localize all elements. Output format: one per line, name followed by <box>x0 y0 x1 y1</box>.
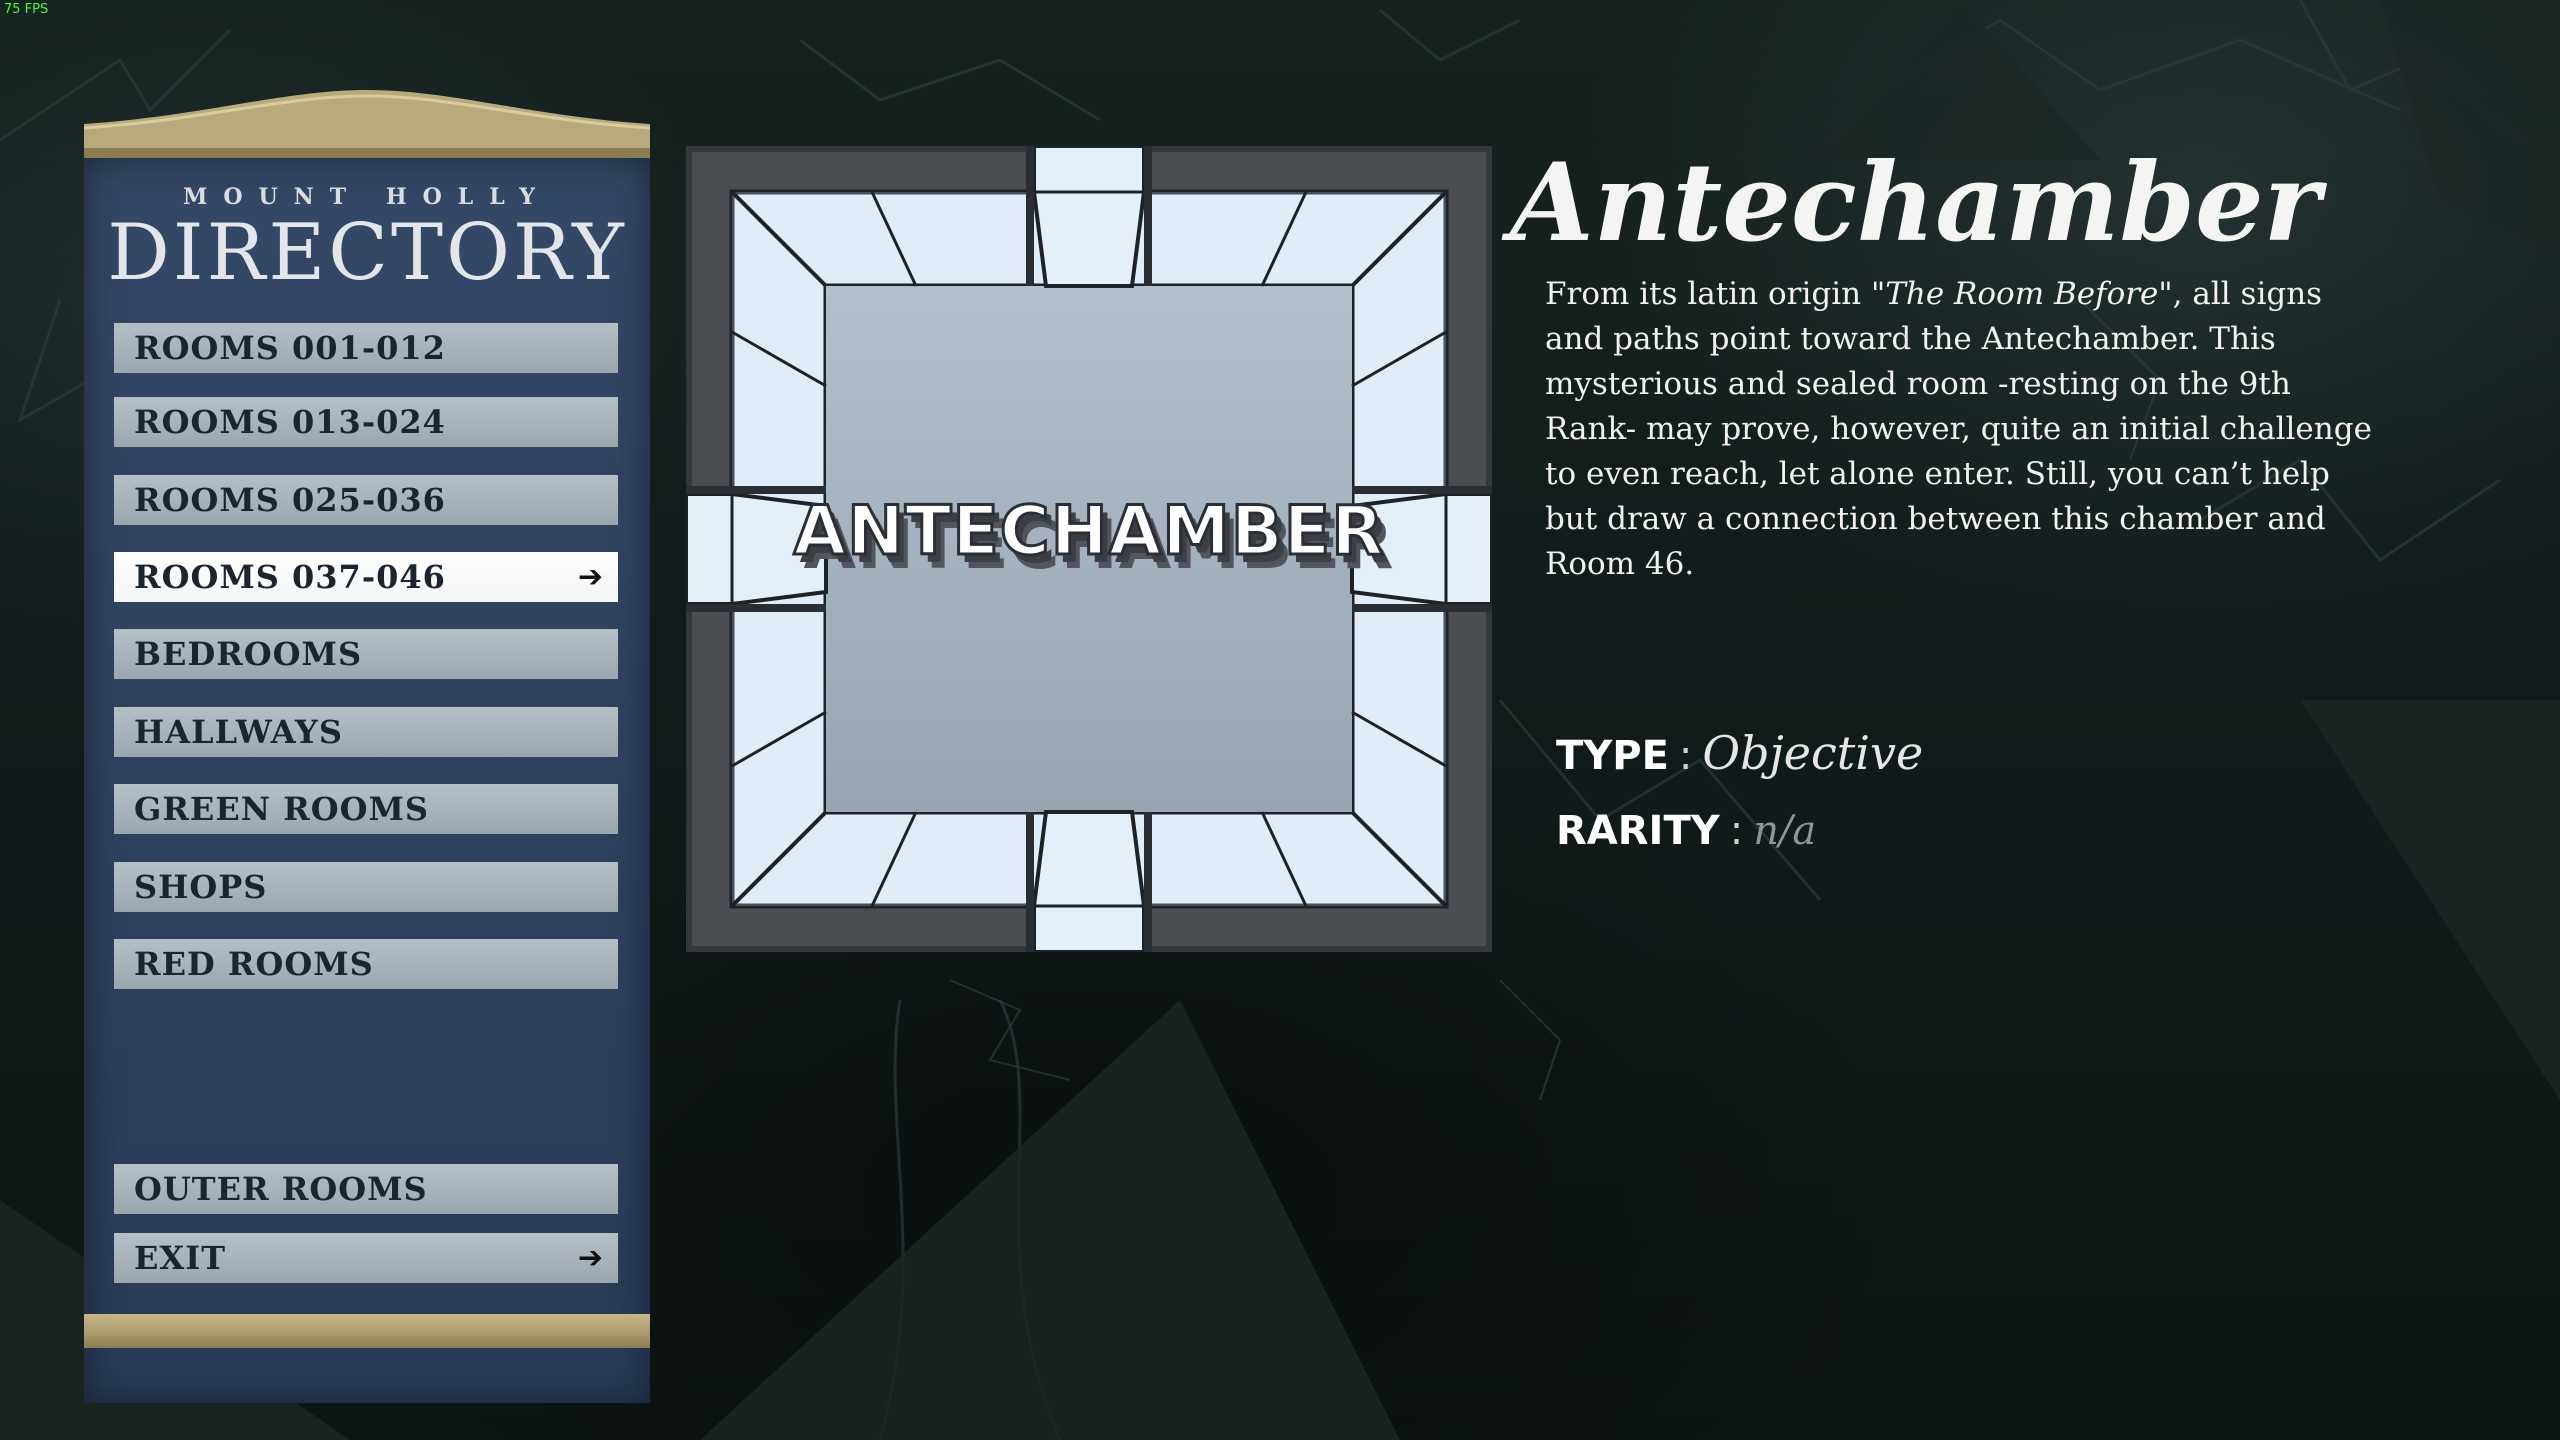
rarity-label: RARITY <box>1556 808 1720 854</box>
menu-item-label: HALLWAYS <box>134 713 343 751</box>
rarity-value: n/a <box>1753 808 1817 854</box>
menu-rooms-025-036[interactable]: ROOMS 025-036 <box>114 475 618 525</box>
menu-green-rooms[interactable]: GREEN ROOMS <box>114 784 618 834</box>
room-tile: ANTECHAMBER <box>684 144 1494 954</box>
menu-item-label: GREEN ROOMS <box>134 790 429 828</box>
type-label: TYPE <box>1556 733 1669 779</box>
menu-item-label: BEDROOMS <box>134 635 363 673</box>
menu-shops[interactable]: SHOPS <box>114 862 618 912</box>
fps-counter: 75 FPS <box>4 2 49 17</box>
directory-bottom-cap <box>84 1314 650 1348</box>
menu-hallways[interactable]: HALLWAYS <box>114 707 618 757</box>
menu-rooms-013-024[interactable]: ROOMS 013-024 <box>114 397 618 447</box>
description-text: , all signs and paths point toward the A… <box>1545 276 2372 582</box>
directory-panel: MOUNT HOLLY DIRECTORY ROOMS 001-012 ROOM… <box>84 88 650 1403</box>
right-arrow-icon: ➔ <box>577 559 604 595</box>
right-arrow-icon: ➔ <box>577 1240 604 1276</box>
exit-button[interactable]: EXIT ➔ <box>114 1233 618 1283</box>
menu-item-label: ROOMS 037-046 <box>134 558 446 596</box>
description-text: From its latin origin <box>1545 276 1871 312</box>
room-rarity-row: RARITY: n/a <box>1556 808 1816 854</box>
type-value: Objective <box>1702 726 1924 780</box>
room-tile-label: ANTECHAMBER <box>792 491 1385 573</box>
menu-item-label: ROOMS 001-012 <box>134 329 446 367</box>
menu-item-label: ROOMS 013-024 <box>134 403 446 441</box>
menu-bedrooms[interactable]: BEDROOMS <box>114 629 618 679</box>
directory-top-cap <box>84 90 650 160</box>
menu-red-rooms[interactable]: RED ROOMS <box>114 939 618 989</box>
room-description: From its latin origin "The Room Before",… <box>1545 272 2385 587</box>
directory-title: DIRECTORY <box>107 208 627 298</box>
menu-item-label: EXIT <box>134 1239 226 1277</box>
type-colon: : <box>1678 733 1693 779</box>
menu-rooms-001-012[interactable]: ROOMS 001-012 <box>114 323 618 373</box>
menu-outer-rooms[interactable]: OUTER ROOMS <box>114 1164 618 1214</box>
menu-item-label: SHOPS <box>134 868 268 906</box>
description-quote: "The Room Before" <box>1870 276 2173 312</box>
rarity-colon: : <box>1729 808 1744 854</box>
room-name-title: Antechamber <box>1510 140 2321 266</box>
room-type-row: TYPE: Objective <box>1556 726 1923 780</box>
menu-item-label: ROOMS 025-036 <box>134 481 446 519</box>
menu-rooms-037-046[interactable]: ROOMS 037-046 ➔ <box>114 552 618 602</box>
directory-subtitle: MOUNT HOLLY <box>182 184 552 210</box>
menu-item-label: OUTER ROOMS <box>134 1170 428 1208</box>
menu-item-label: RED ROOMS <box>134 945 374 983</box>
